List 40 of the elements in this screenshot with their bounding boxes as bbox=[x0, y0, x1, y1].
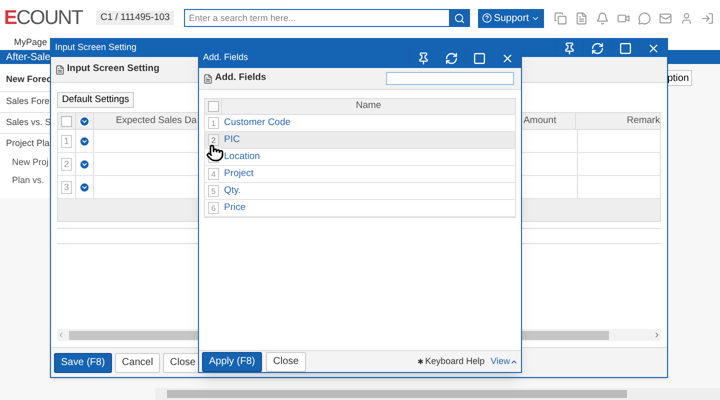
column-header: Amount bbox=[523, 114, 556, 128]
row-number: 2 bbox=[208, 134, 219, 146]
row-number: 1 bbox=[60, 134, 72, 148]
row-number: 5 bbox=[208, 185, 219, 197]
window-heading: Add. Fields bbox=[215, 71, 266, 86]
row-number: 3 bbox=[60, 180, 72, 194]
field-link[interactable]: Qty. bbox=[224, 184, 241, 198]
primary-button[interactable]: Apply (F8) bbox=[202, 352, 262, 372]
menu-item[interactable]: Sales Fore bbox=[6, 95, 50, 109]
keyboard-help-label: Keyboard Help bbox=[425, 354, 485, 368]
row-number: 6 bbox=[208, 202, 219, 214]
row-number: 1 bbox=[208, 117, 219, 129]
field-link[interactable]: Customer Code bbox=[224, 116, 291, 130]
column-header: Name bbox=[356, 99, 382, 114]
primary-button[interactable]: Save (F8) bbox=[54, 352, 112, 372]
secondary-button[interactable]: Cancel bbox=[114, 352, 160, 372]
nav-tab[interactable]: MyPage bbox=[14, 36, 48, 50]
menu-item[interactable]: New Forec bbox=[6, 72, 52, 86]
default-settings-button[interactable]: Default Settings bbox=[57, 92, 134, 108]
window-title: Input Screen Setting bbox=[55, 41, 137, 54]
section-title: After-Sale bbox=[6, 50, 50, 64]
row-number: 2 bbox=[60, 158, 72, 170]
support-button[interactable]: Support bbox=[478, 8, 544, 28]
menu-item[interactable]: New Proj bbox=[12, 156, 49, 170]
logo: ECOUNT bbox=[4, 8, 82, 28]
row-number: 4 bbox=[208, 168, 219, 180]
column-header: Expected Sales Da bbox=[116, 114, 197, 128]
menu-item[interactable]: Project Pla bbox=[6, 137, 50, 151]
field-link[interactable]: Project bbox=[224, 166, 254, 182]
search-field[interactable]: Enter a search term here... bbox=[184, 9, 450, 27]
account-label: C1 / 111495-103 bbox=[96, 10, 174, 26]
field-link[interactable]: Location bbox=[224, 150, 260, 164]
view-link[interactable]: View bbox=[490, 354, 518, 368]
menu-item[interactable]: Plan vs. bbox=[12, 174, 44, 188]
window-heading: Input Screen Setting bbox=[67, 62, 160, 76]
field-link[interactable]: PIC bbox=[224, 132, 240, 148]
field-link[interactable]: Price bbox=[224, 200, 246, 216]
secondary-button[interactable]: Close bbox=[266, 352, 306, 372]
column-header: Remark bbox=[626, 114, 660, 128]
window-title: Add. Fields bbox=[203, 51, 248, 64]
